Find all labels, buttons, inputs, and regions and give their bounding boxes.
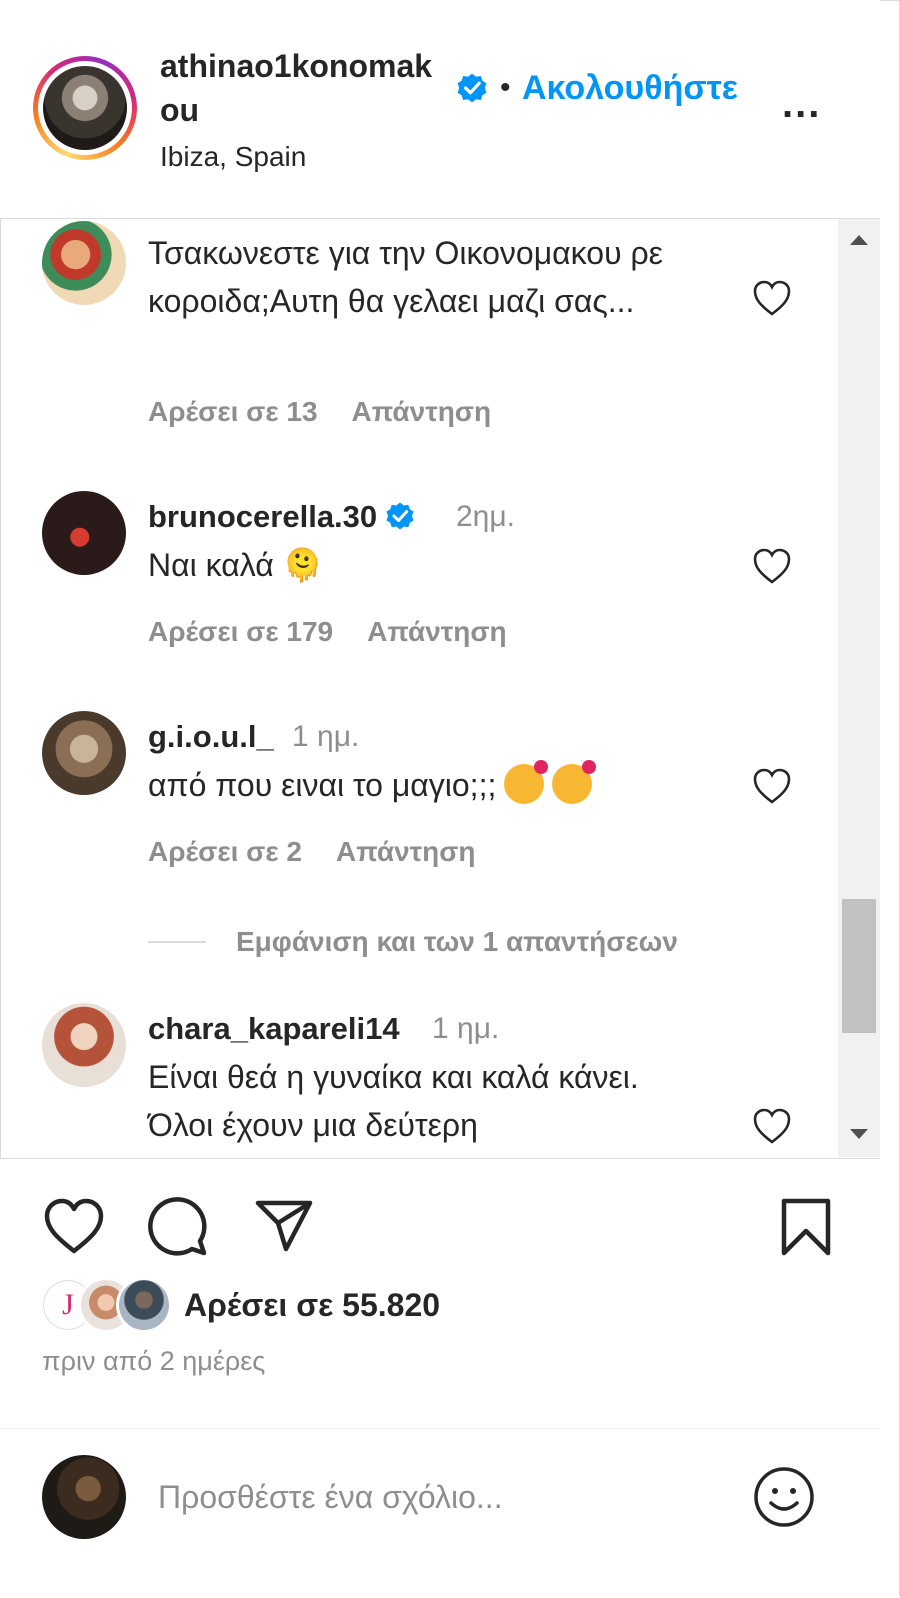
verified-badge-icon — [457, 73, 487, 103]
more-options-icon[interactable]: ... — [782, 84, 821, 124]
reply-button[interactable]: Απάντηση — [352, 396, 492, 427]
comment-meta: Αρέσει σε 13 Απάντηση — [148, 395, 491, 429]
liked-by-avatars[interactable]: J — [40, 1277, 180, 1333]
view-replies-button[interactable]: Εμφάνιση και των 1 απαντήσεων — [236, 925, 678, 959]
verified-badge-icon — [386, 502, 414, 530]
save-bookmark-icon[interactable] — [774, 1195, 838, 1259]
scroll-up-arrow-icon[interactable] — [850, 235, 868, 245]
avatar[interactable] — [42, 1003, 126, 1087]
profile-username[interactable]: athinao1konomakou — [160, 44, 450, 132]
add-comment-bar — [0, 1428, 880, 1598]
post-header: athinao1konomakou • Ακολουθήστε ... Ibiz… — [0, 0, 880, 219]
comment-text: Είναι θεά η γυναίκα και καλά κάνει. Όλοι… — [148, 1059, 639, 1143]
post-likes-count[interactable]: Αρέσει σε 55.820 — [184, 1285, 440, 1325]
comment-likes[interactable]: Αρέσει σε 13 — [148, 396, 318, 427]
comment-item: g.i.o.u.l_ 1 ημ. από που ειναι το μαγιο;… — [0, 711, 838, 971]
post-timestamp[interactable]: πριν από 2 ημέρες — [42, 1345, 265, 1377]
comment-meta: Αρέσει σε 2 Απάντηση — [148, 835, 476, 869]
scroll-down-arrow-icon[interactable] — [850, 1129, 868, 1139]
share-paper-plane-icon[interactable] — [252, 1195, 316, 1259]
comment-username[interactable]: chara_kapareli14 — [148, 1011, 400, 1047]
comment-text: από που ειναι το μαγιο;;; — [148, 760, 728, 809]
avatar — [116, 1277, 172, 1333]
smiling-face-with-hearts-icon — [552, 760, 597, 804]
like-comment-heart-icon[interactable] — [752, 279, 792, 317]
like-heart-icon[interactable] — [42, 1195, 106, 1259]
profile-avatar-story-ring[interactable] — [33, 56, 137, 160]
comments-list: Τσακωνεστε για την Οικονομακου ρε κοροιδ… — [0, 219, 838, 1157]
comment-likes[interactable]: Αρέσει σε 179 — [148, 616, 333, 647]
comment-likes[interactable]: Αρέσει σε 2 — [148, 836, 302, 867]
avatar[interactable] — [42, 491, 126, 575]
comment-bubble-icon[interactable] — [146, 1195, 210, 1259]
avatar — [43, 66, 127, 150]
comment-item: chara_kapareli14 1 ημ. Είναι θεά η γυναί… — [0, 1003, 838, 1157]
smiling-face-with-hearts-icon — [504, 760, 549, 804]
separator-dot: • — [500, 71, 511, 104]
reply-button[interactable]: Απάντηση — [336, 836, 476, 867]
comment-username[interactable]: g.i.o.u.l_ — [148, 719, 274, 755]
post-location[interactable]: Ibiza, Spain — [160, 140, 306, 174]
comment-item: brunocerella.30 2ημ. Ναι καλά 🫠 Αρέσει σ… — [0, 491, 838, 651]
avatar[interactable] — [42, 221, 126, 305]
scrollbar-thumb[interactable] — [842, 899, 876, 1033]
comment-input[interactable] — [158, 1469, 718, 1525]
avatar — [42, 1455, 126, 1539]
comment-item: Τσακωνεστε για την Οικονομακου ρε κοροιδ… — [0, 219, 838, 439]
comment-username[interactable]: brunocerella.30 — [148, 499, 415, 535]
like-comment-heart-icon[interactable] — [752, 1107, 792, 1145]
follow-button[interactable]: Ακολουθήστε — [522, 68, 738, 108]
comment-timestamp[interactable]: 2ημ. — [456, 499, 515, 535]
post-actions: J Αρέσει σε 55.820 πριν από 2 ημέρες — [0, 1158, 880, 1429]
replies-divider — [148, 941, 206, 943]
like-comment-heart-icon[interactable] — [752, 547, 792, 585]
comment-text: Τσακωνεστε για την Οικονομακου ρε κοροιδ… — [148, 235, 663, 319]
avatar[interactable] — [42, 711, 126, 795]
comment-timestamp[interactable]: 1 ημ. — [292, 719, 359, 755]
reply-button[interactable]: Απάντηση — [367, 616, 507, 647]
emoji-picker-icon[interactable] — [752, 1465, 816, 1529]
like-comment-heart-icon[interactable] — [752, 767, 792, 805]
comment-meta: Αρέσει σε 179 Απάντηση — [148, 615, 507, 649]
comment-text: Ναι καλά 🫠 — [148, 547, 323, 583]
comments-scrollbar[interactable] — [838, 219, 880, 1157]
comment-timestamp[interactable]: 1 ημ. — [432, 1011, 499, 1047]
